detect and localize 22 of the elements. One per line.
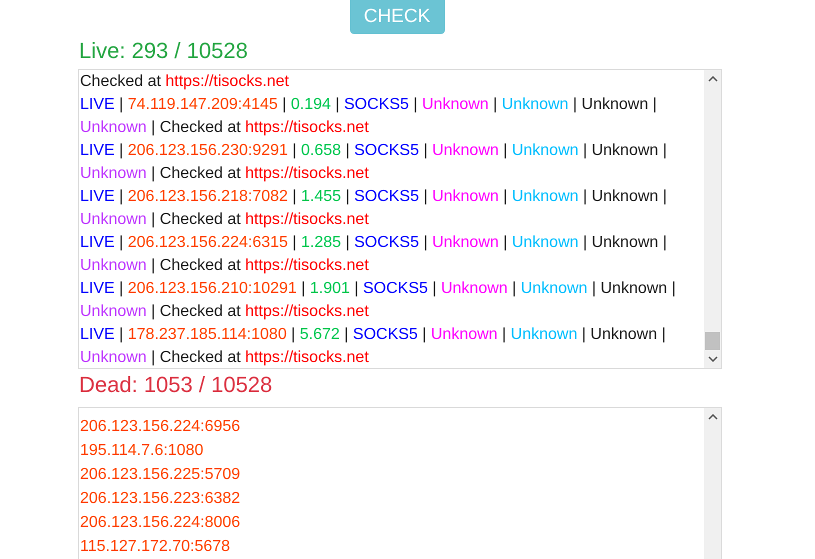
result-line: LIVE | 206.123.156.230:9291 | 0.658 | SOCKS5 | Unknown | Unknown | Unknown | Unknown | Checked at https://tisocks.net (80, 141, 668, 184)
result-line: LIVE | 206.123.156.218:7082 | 1.455 | SOCKS5 | Unknown | Unknown | Unknown | Unknown | Checked at https://tisocks.net (80, 187, 668, 230)
dead-proxy-line: 206.123.156.223:6382 (80, 489, 242, 509)
scroll-up-icon[interactable] (708, 76, 718, 82)
result-line: LIVE | 206.123.156.210:10291 | 1.901 | SOCKS5 | Unknown | Unknown | Unknown | Unknown | Checked at https://tisocks.net (80, 279, 677, 322)
dead-proxy-line: 206.123.156.224:6956 (80, 417, 242, 437)
scroll-down-icon[interactable] (708, 356, 718, 362)
scrollbar-thumb[interactable] (705, 332, 720, 350)
dead-proxy-line: 206.123.156.225:5709 (80, 465, 242, 485)
scrollbar[interactable] (704, 408, 721, 559)
result-line: LIVE | 178.237.185.114:1080 | 5.672 | SOCKS5 | Unknown | Unknown | Unknown | Unknown | Checked at https://tisocks.net (80, 325, 667, 368)
scroll-up-icon[interactable] (708, 414, 718, 420)
result-line: LIVE | 206.123.156.224:6315 | 1.285 | SOCKS5 | Unknown | Unknown | Unknown | Unknown | Checked at https://tisocks.net (80, 233, 668, 276)
live-count-heading: Live: 293 / 10528 (79, 37, 249, 65)
result-line: Checked at https://tisocks.net (80, 72, 290, 92)
dead-proxy-line: 115.127.172.70:5678 (80, 537, 232, 557)
dead-proxy-line: 206.123.156.224:8006 (80, 513, 242, 533)
dead-count-heading: Dead: 1053 / 10528 (79, 371, 274, 399)
check-button[interactable]: CHECK (350, 0, 444, 34)
result-line: LIVE | 74.119.147.209:4145 | 0.194 | SOCKS5 | Unknown | Unknown | Unknown | Unknown | Checked at https://tisocks.net (80, 95, 658, 138)
dead-proxy-line: 195.114.7.6:1080 (80, 441, 204, 461)
scrollbar[interactable] (704, 70, 721, 368)
